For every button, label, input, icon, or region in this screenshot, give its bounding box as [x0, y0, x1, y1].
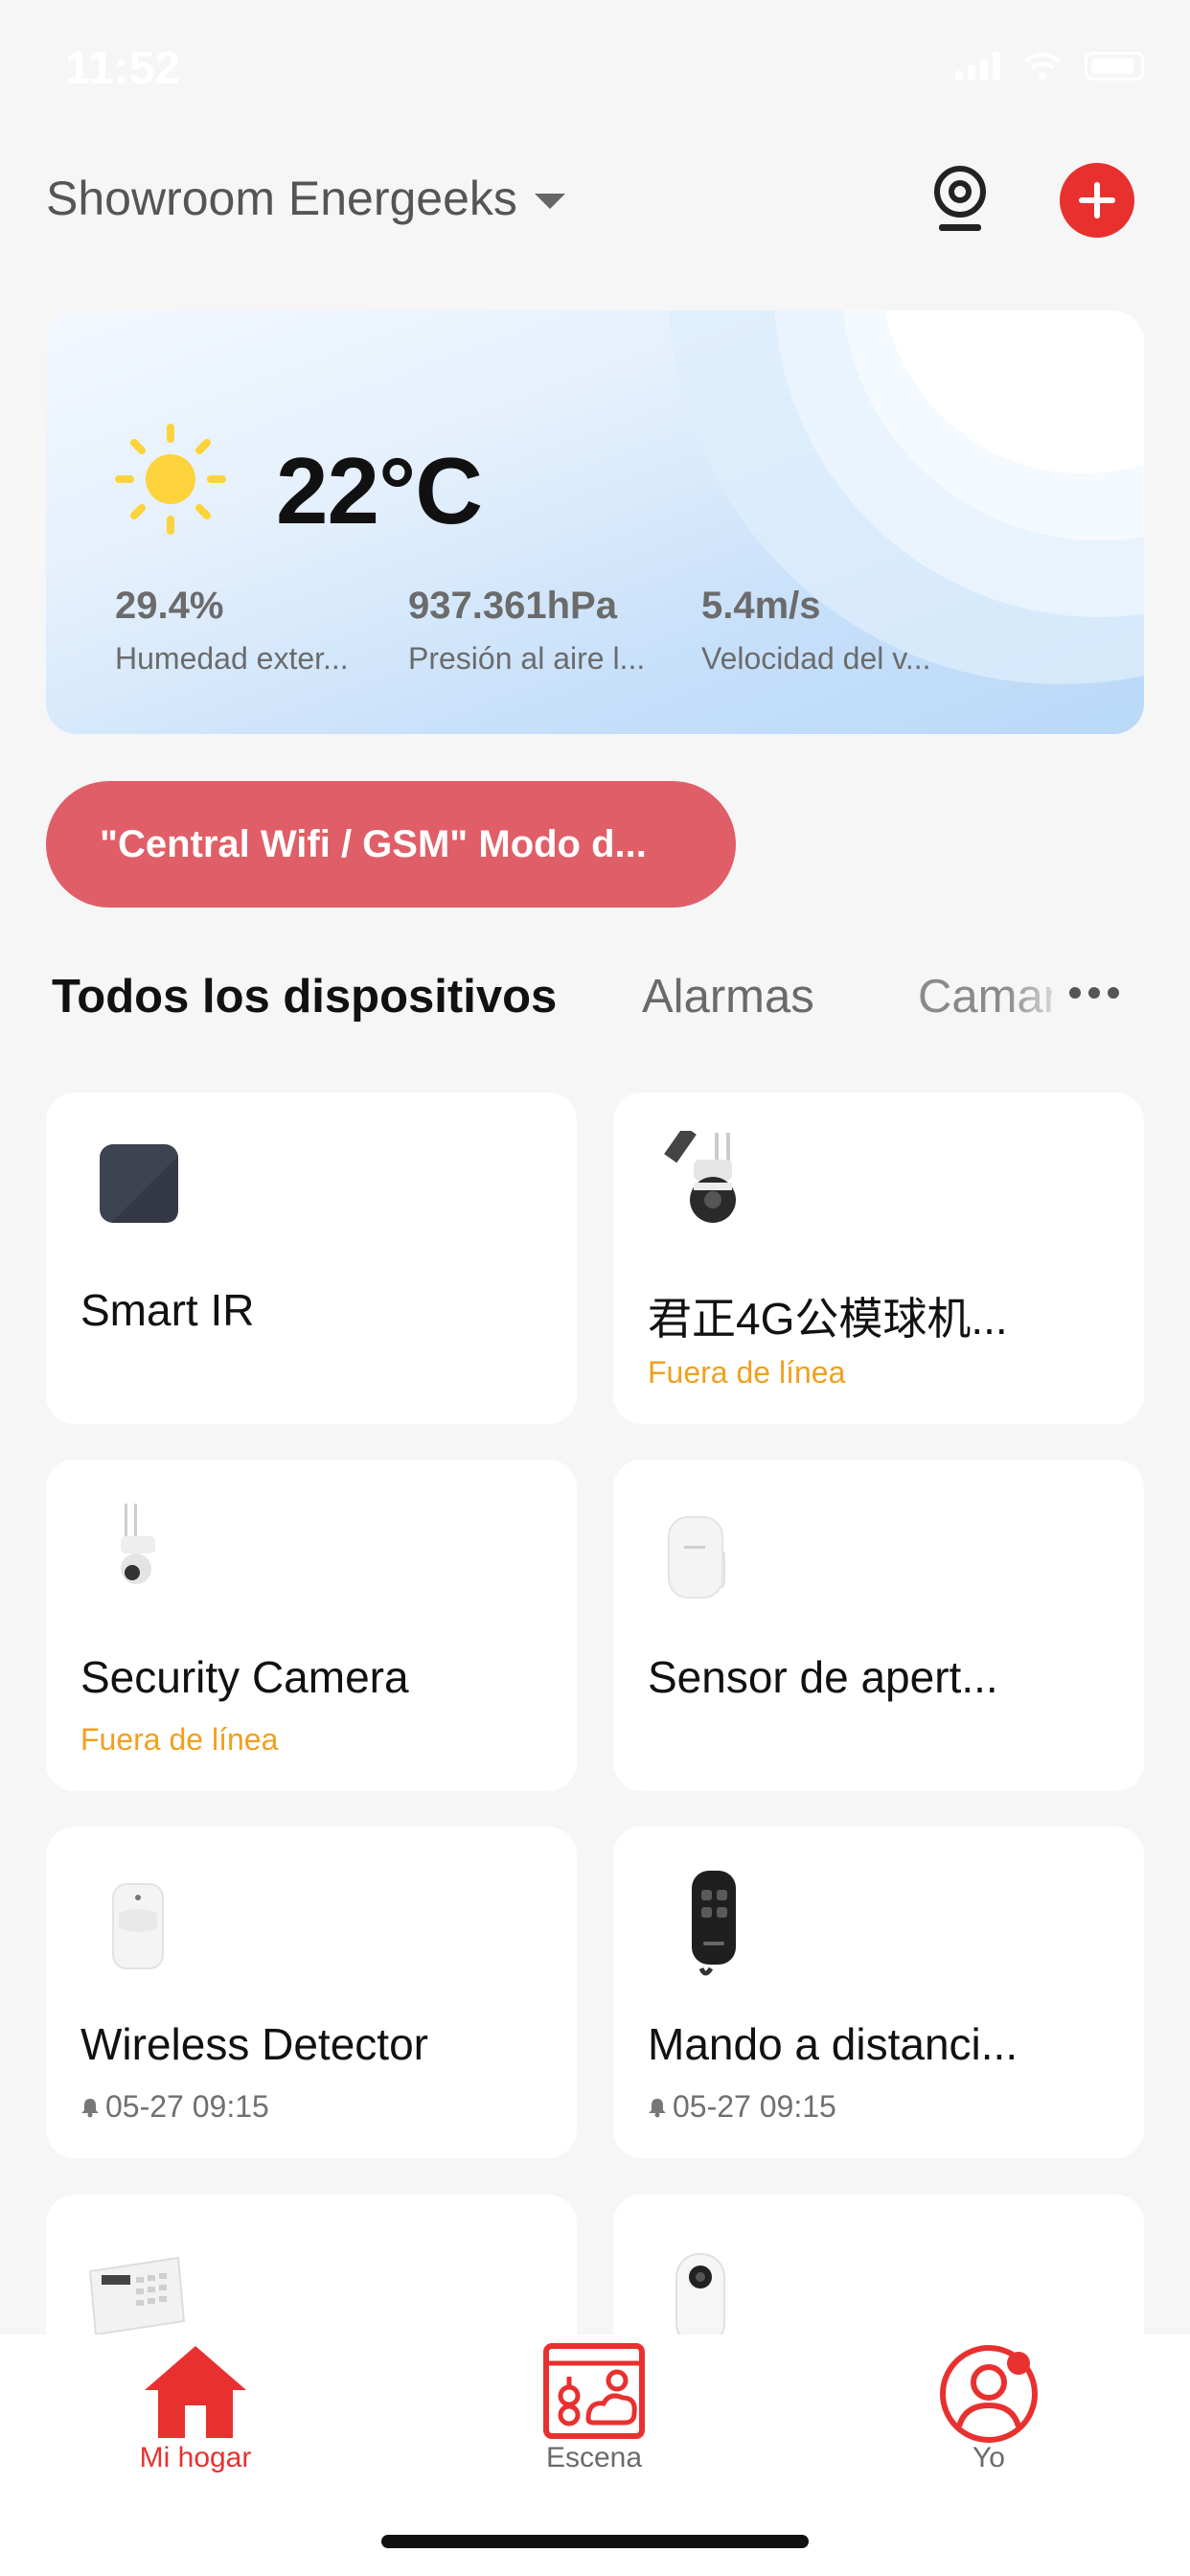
metric-value: 29.4% [115, 585, 224, 627]
door-sensor-icon [668, 1516, 725, 1598]
caret-down-icon [534, 194, 565, 209]
temperature: 22°C [276, 438, 483, 543]
bell-icon [649, 2098, 666, 2117]
status-time: 11:52 [65, 43, 181, 94]
ptz-camera-icon [664, 1131, 736, 1223]
metric-label: Presión al aire l... [408, 641, 646, 676]
last-event: 05-27 09:15 [80, 2089, 269, 2125]
plus-icon [1079, 182, 1115, 218]
wifi-icon [1023, 53, 1062, 80]
device-card[interactable]: Mando a distanci... 05-27 09:15 [613, 1827, 1144, 2158]
metric-value: 937.361hPa [408, 585, 617, 627]
last-event: 05-27 09:15 [648, 2089, 836, 2125]
device-card[interactable]: Sensor de apert... [613, 1460, 1144, 1791]
device-name: Security Camera [80, 1652, 409, 1702]
home-selector[interactable]: Showroom Energeeks [46, 171, 565, 226]
remote-control-icon [692, 1871, 736, 1976]
cellular-signal-icon [955, 52, 1000, 80]
webcam-icon[interactable] [929, 163, 991, 234]
add-device-button[interactable] [1060, 163, 1134, 238]
metric-label: Velocidad del v... [701, 641, 931, 676]
tab-alarmas[interactable]: Alarmas [642, 970, 814, 1024]
device-name: Mando a distanci... [648, 2019, 1018, 2069]
device-name: Wireless Detector [80, 2019, 428, 2069]
weather-card[interactable]: 22°C 29.4% Humedad exter... 937.361hPa P… [46, 310, 1144, 734]
metric-label: Humedad exter... [115, 641, 349, 676]
home-icon [145, 2346, 246, 2438]
sun-icon [115, 424, 226, 535]
metric-value: 5.4m/s [701, 585, 821, 627]
wind-speed-metric: 5.4m/s Velocidad del v... [701, 585, 960, 677]
event-time: 05-27 09:15 [105, 2089, 269, 2124]
nav-label: Escena [545, 2442, 643, 2473]
ir-hub-icon [100, 1144, 178, 1223]
offline-status: Fuera de línea [648, 1355, 846, 1390]
pir-detector-icon [112, 1883, 164, 1969]
home-name: Showroom Energeeks [46, 172, 517, 225]
humidity-metric: 29.4% Humedad exter... [115, 585, 374, 677]
more-tabs-icon[interactable] [1069, 987, 1119, 999]
device-card[interactable]: 君正4G公模球机... Fuera de línea [613, 1092, 1144, 1424]
profile-icon [940, 2345, 1038, 2443]
event-time: 05-27 09:15 [673, 2089, 836, 2124]
tab-all-devices[interactable]: Todos los dispositivos [52, 970, 557, 1024]
nav-label: Mi hogar [139, 2442, 252, 2473]
device-name: Smart IR [80, 1285, 255, 1335]
offline-status: Fuera de línea [80, 1722, 279, 1757]
home-indicator [381, 2535, 809, 2548]
battery-icon [1085, 52, 1144, 80]
status-icons [955, 52, 1144, 80]
status-bar: 11:52 [0, 0, 1190, 144]
device-card[interactable]: Security Camera Fuera de línea [46, 1460, 577, 1791]
device-card[interactable]: Smart IR [46, 1092, 577, 1424]
mode-button[interactable]: "Central Wifi / GSM" Modo d... [46, 781, 736, 908]
security-camera-icon [121, 1504, 155, 1584]
device-card[interactable]: Wireless Detector 05-27 09:15 [46, 1827, 577, 2158]
bell-icon [81, 2098, 99, 2117]
device-name: Sensor de apert... [648, 1652, 998, 1702]
nav-label: Yo [973, 2442, 1005, 2473]
pressure-metric: 937.361hPa Presión al aire l... [408, 585, 667, 677]
scene-icon [543, 2343, 645, 2439]
device-name: 君正4G公模球机... [648, 1294, 1008, 1344]
